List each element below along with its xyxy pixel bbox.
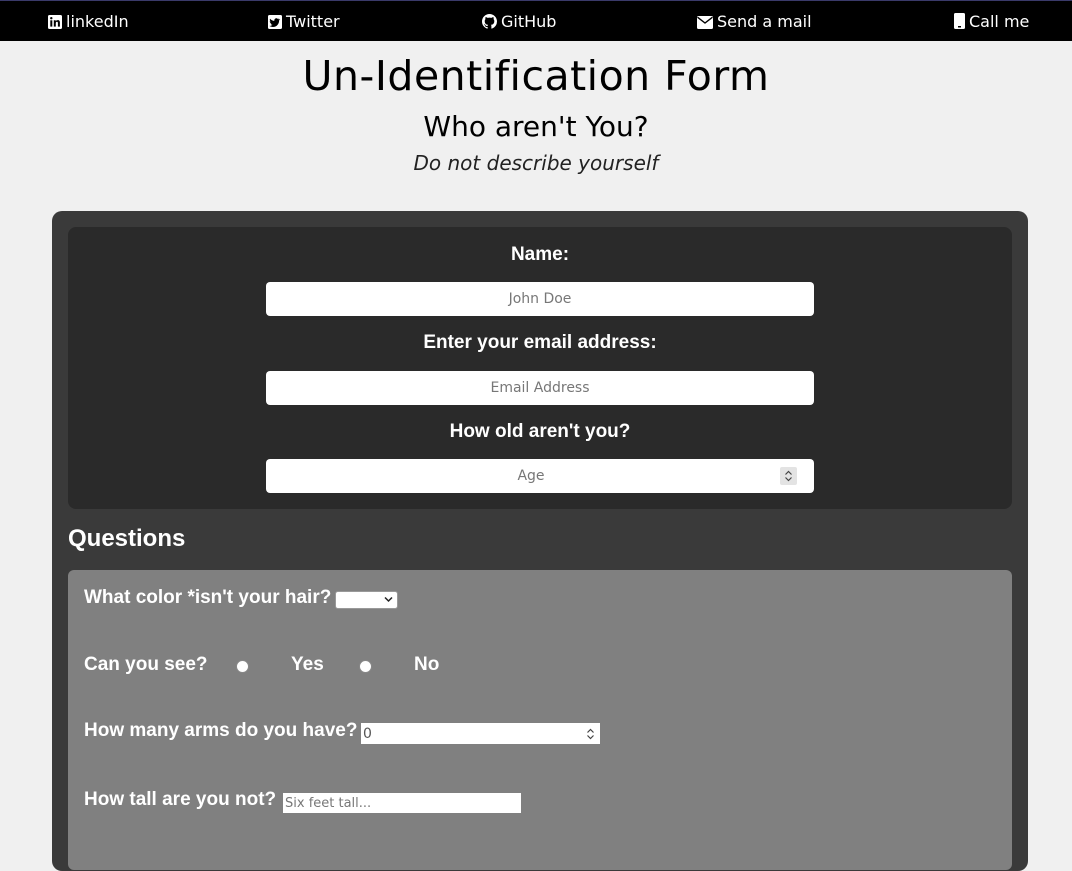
nav-label: Twitter <box>286 12 340 31</box>
can-see-label: Can you see? <box>84 654 208 675</box>
can-see-yes-label: Yes <box>291 654 324 675</box>
can-see-no-label: No <box>414 654 440 675</box>
chevron-down-icon <box>384 596 393 603</box>
nav-link-github[interactable]: GitHub <box>482 1 556 42</box>
stepper-arrows-icon <box>785 470 792 482</box>
nav-label: Send a mail <box>717 12 812 31</box>
twitter-icon <box>268 12 286 31</box>
page-title: Un-Identification Form <box>302 52 770 100</box>
page-subtitle: Who aren't You? <box>423 110 649 143</box>
can-see-yes-radio[interactable] <box>236 660 249 673</box>
stepper-arrows-icon <box>587 728 594 740</box>
nav-link-linkedin[interactable]: linkedIn <box>48 1 129 42</box>
top-nav: linkedIn Twitter GitHub Send a mail Call… <box>0 0 1072 41</box>
email-input[interactable] <box>266 371 814 405</box>
nav-label: Call me <box>969 12 1030 31</box>
linkedin-icon <box>48 12 66 31</box>
arms-stepper[interactable] <box>582 725 599 743</box>
nav-label: linkedIn <box>66 12 129 31</box>
name-label: Name: <box>510 244 570 265</box>
phone-icon <box>954 12 969 31</box>
questions-heading: Questions <box>68 525 186 552</box>
arms-count-label: How many arms do you have? <box>84 720 358 741</box>
can-see-no-radio[interactable] <box>359 660 372 673</box>
hair-color-select[interactable] <box>335 591 398 609</box>
age-input[interactable] <box>266 459 814 493</box>
age-label: How old aren't you? <box>449 421 631 442</box>
nav-link-mail[interactable]: Send a mail <box>697 1 812 42</box>
hair-color-label: What color *isn't your hair? <box>84 587 332 608</box>
nav-link-call[interactable]: Call me <box>954 1 1029 42</box>
envelope-icon <box>697 12 717 31</box>
age-stepper[interactable] <box>780 467 797 485</box>
height-label: How tall are you not? <box>84 789 277 810</box>
arms-count-input[interactable] <box>361 723 600 744</box>
nav-link-twitter[interactable]: Twitter <box>268 1 340 42</box>
github-icon <box>482 12 501 31</box>
name-input[interactable] <box>266 282 814 316</box>
page-tagline: Do not describe yourself <box>413 151 659 175</box>
nav-label: GitHub <box>501 12 557 31</box>
email-label: Enter your email address: <box>423 332 657 353</box>
height-input[interactable] <box>283 793 521 813</box>
